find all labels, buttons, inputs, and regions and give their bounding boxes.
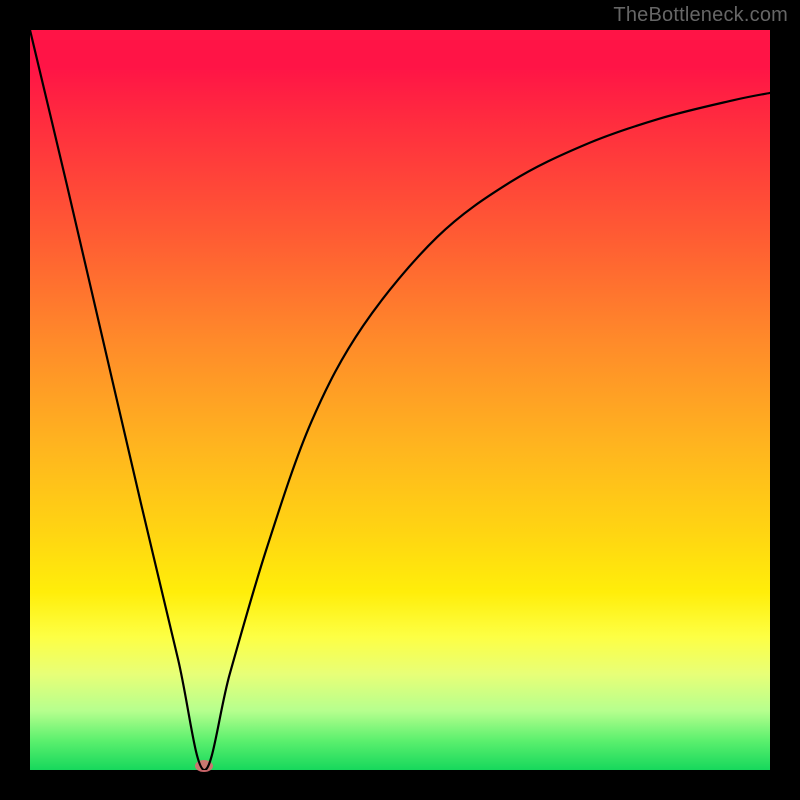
watermark-text: TheBottleneck.com <box>613 4 788 27</box>
curve-svg <box>30 30 770 770</box>
bottleneck-curve <box>30 30 770 770</box>
chart-frame: TheBottleneck.com <box>0 0 800 800</box>
plot-area <box>30 30 770 770</box>
